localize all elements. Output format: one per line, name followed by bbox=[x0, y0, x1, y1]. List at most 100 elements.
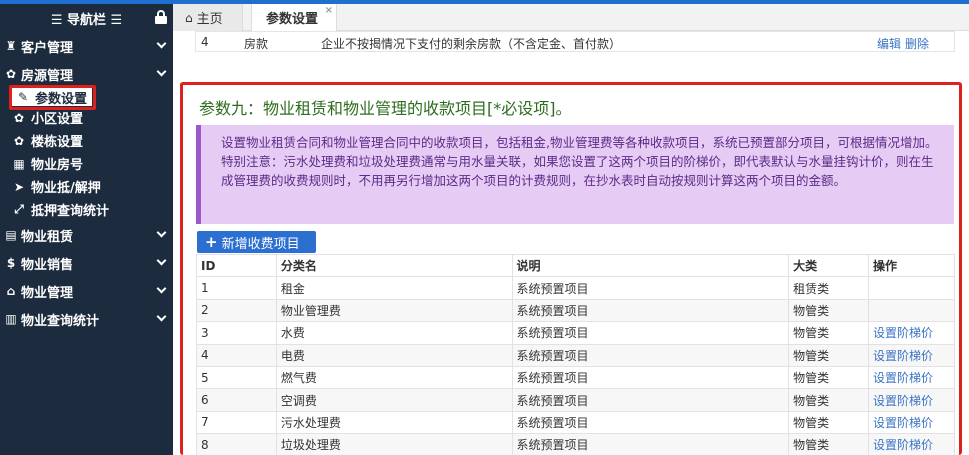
row-desc: 企业不按揭情况下支付的剩余房款（不含定金、首付款） bbox=[321, 37, 622, 51]
cell-desc: 系统预置项目 bbox=[511, 365, 790, 390]
sidebar-subitem-label: 楼栋设置 bbox=[31, 135, 84, 150]
chevron-down-icon bbox=[156, 255, 167, 266]
set-tier-price-link[interactable]: 设置阶梯价 bbox=[868, 433, 955, 455]
sidebar-subitem-building-settings[interactable]: ✿ 楼栋设置 bbox=[0, 129, 173, 152]
tab-label: 参数设置 bbox=[266, 12, 319, 27]
sidebar: ☰ 导航栏 ☰ ♜ 客户管理 ✿ 房源管理 ✎ 参数设置 ✿ 小区设置 ✿ 楼栋… bbox=[0, 4, 173, 455]
set-tier-price-link[interactable]: 设置阶梯价 bbox=[868, 365, 955, 390]
cell-desc: 系统预置项目 bbox=[511, 433, 790, 455]
cell-desc: 系统预置项目 bbox=[511, 321, 790, 345]
set-tier-price-link[interactable]: 设置阶梯价 bbox=[868, 321, 955, 345]
tab-bar: ⌂ 主页 参数设置 × bbox=[173, 4, 969, 31]
sidebar-subitem-label: 抵押查询统计 bbox=[31, 204, 110, 219]
cell-name: 空调费 bbox=[275, 388, 513, 412]
set-tier-price-link bbox=[868, 298, 955, 323]
cell-desc: 系统预置项目 bbox=[511, 298, 790, 323]
cell-id: 3 bbox=[196, 321, 277, 345]
sidebar-subitem-mortgage[interactable]: ➤ 物业抵/解押 bbox=[0, 175, 173, 198]
bank-icon: ⌂ bbox=[6, 284, 16, 298]
gear-icon: ✿ bbox=[5, 67, 17, 81]
customers-icon: ♜ bbox=[5, 39, 17, 53]
column-header: 操作 bbox=[868, 253, 955, 278]
sidebar-item-management[interactable]: ⌂ 物业管理 bbox=[0, 277, 173, 305]
sidebar-item-leasing[interactable]: ▤ 物业租赁 bbox=[0, 221, 173, 249]
sidebar-item-sales[interactable]: $ 物业销售 bbox=[0, 249, 173, 277]
cell-id: 4 bbox=[196, 343, 277, 367]
cell-name: 租金 bbox=[275, 276, 513, 300]
table-row: 2 物业管理费 系统预置项目 物管类 bbox=[196, 298, 955, 323]
table-row: 1 租金 系统预置项目 租赁类 bbox=[196, 276, 955, 300]
button-label: 新增收费项目 bbox=[221, 236, 300, 252]
section-title: 参数九：物业租赁和物业管理的收款项目[*必设项]。 bbox=[199, 99, 572, 118]
chevron-down-icon bbox=[156, 38, 167, 49]
home-icon: ⌂ bbox=[185, 10, 193, 25]
cell-desc: 系统预置项目 bbox=[511, 343, 790, 367]
cell-id: 8 bbox=[196, 433, 277, 455]
cell-category: 租赁类 bbox=[788, 276, 870, 300]
cell-name: 电费 bbox=[275, 343, 513, 367]
grid-icon: ▦ bbox=[13, 156, 25, 171]
row-name: 房款 bbox=[244, 37, 269, 51]
sidebar-item-label: 客户管理 bbox=[21, 40, 74, 56]
table-row: 6 空调费 系统预置项目 物管类 设置阶梯价 bbox=[196, 388, 955, 412]
set-tier-price-link[interactable]: 设置阶梯价 bbox=[868, 388, 955, 412]
tab-home[interactable]: ⌂ 主页 bbox=[173, 4, 243, 31]
edit-link[interactable]: 编辑 bbox=[877, 35, 901, 52]
delete-link[interactable]: 删除 bbox=[905, 35, 929, 52]
cell-category: 物管类 bbox=[788, 433, 870, 455]
sidebar-item-label: 物业查询统计 bbox=[21, 313, 100, 329]
fee-items-section: 参数九：物业租赁和物业管理的收款项目[*必设项]。 设置物业租赁合同和物业管理合… bbox=[180, 82, 962, 455]
tab-param-settings[interactable]: 参数设置 × bbox=[251, 4, 337, 31]
cell-id: 7 bbox=[196, 410, 277, 435]
close-icon[interactable]: × bbox=[325, 5, 333, 16]
cell-id: 5 bbox=[196, 365, 277, 390]
sidebar-item-customers[interactable]: ♜ 客户管理 bbox=[0, 32, 173, 60]
sidebar-item-housing[interactable]: ✿ 房源管理 bbox=[0, 60, 173, 88]
sidebar-subitem-room-numbers[interactable]: ▦ 物业房号 bbox=[0, 152, 173, 175]
notice-box: 设置物业租赁合同和物业管理合同中的收款项目，包括租金,物业管理费等各种收款项目，… bbox=[196, 125, 954, 224]
cell-category: 物管类 bbox=[788, 410, 870, 435]
highlight-box bbox=[9, 85, 96, 110]
cell-category: 物管类 bbox=[788, 321, 870, 345]
cell-name: 物业管理费 bbox=[275, 298, 513, 323]
tab-label: 主页 bbox=[196, 12, 223, 27]
add-fee-item-button[interactable]: + 新增收费项目 bbox=[197, 231, 316, 253]
cell-name: 垃圾处理费 bbox=[275, 433, 513, 455]
tag-icon: ➤ bbox=[13, 179, 25, 194]
sidebar-header[interactable]: ☰ 导航栏 ☰ bbox=[0, 4, 173, 32]
column-header: 说明 bbox=[511, 253, 790, 278]
table-row: 5 燃气费 系统预置项目 物管类 设置阶梯价 bbox=[196, 365, 955, 390]
sidebar-item-label: 物业销售 bbox=[21, 257, 74, 273]
sidebar-item-label: 房源管理 bbox=[21, 68, 74, 84]
cell-category: 物管类 bbox=[788, 365, 870, 390]
column-header: ID bbox=[196, 253, 277, 278]
expand-icon: ⤢ bbox=[14, 202, 24, 216]
sidebar-item-label: 物业租赁 bbox=[21, 229, 74, 245]
cell-id: 1 bbox=[196, 276, 277, 300]
sidebar-subitem-label: 物业抵/解押 bbox=[31, 181, 101, 196]
sidebar-item-query-stats[interactable]: ▥ 物业查询统计 bbox=[0, 305, 173, 333]
sidebar-title: ☰ 导航栏 ☰ bbox=[50, 12, 123, 28]
gear-icon: ✿ bbox=[13, 133, 25, 148]
cell-id: 2 bbox=[196, 298, 277, 323]
cell-name: 污水处理费 bbox=[275, 410, 513, 435]
bar-chart-icon: ▥ bbox=[5, 312, 17, 326]
cell-category: 物管类 bbox=[788, 343, 870, 367]
sidebar-subitem-mortgage-stats[interactable]: ⤢ 抵押查询统计 bbox=[0, 198, 173, 221]
set-tier-price-link[interactable]: 设置阶梯价 bbox=[868, 410, 955, 435]
set-tier-price-link bbox=[868, 276, 955, 300]
lock-icon[interactable] bbox=[155, 10, 167, 24]
sidebar-subitem-label: 物业房号 bbox=[31, 158, 84, 173]
cell-name: 水费 bbox=[275, 321, 513, 345]
sidebar-subitem-label: 小区设置 bbox=[31, 112, 84, 127]
table-header-row: ID 分类名 说明 大类 操作 bbox=[196, 253, 955, 278]
cell-desc: 系统预置项目 bbox=[511, 276, 790, 300]
chevron-down-icon bbox=[156, 283, 167, 294]
cell-name: 燃气费 bbox=[275, 365, 513, 390]
set-tier-price-link[interactable]: 设置阶梯价 bbox=[868, 343, 955, 367]
table-row: 8 垃圾处理费 系统预置项目 物管类 设置阶梯价 bbox=[196, 433, 955, 455]
cell-desc: 系统预置项目 bbox=[511, 388, 790, 412]
main-content: 4 房款 企业不按揭情况下支付的剩余房款（不含定金、首付款） 编辑 删除 参数九… bbox=[173, 31, 969, 455]
table-row: 4 房款 企业不按揭情况下支付的剩余房款（不含定金、首付款） 编辑 删除 bbox=[195, 31, 955, 52]
chevron-down-icon bbox=[156, 227, 167, 238]
